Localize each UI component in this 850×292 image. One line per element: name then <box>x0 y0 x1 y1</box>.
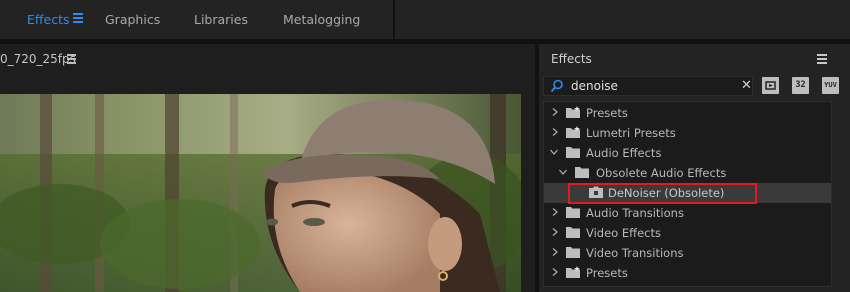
tree-item-video-effects[interactable]: Video Effects <box>544 223 831 243</box>
chevron-right-icon[interactable] <box>551 268 559 276</box>
monitor-title: 0_720_25fps <box>0 52 76 66</box>
folder-icon <box>566 147 580 158</box>
tree-item-label: Obsolete Audio Effects <box>596 166 727 180</box>
accelerated-effects-glyph <box>765 81 776 90</box>
tab-separator <box>393 0 395 40</box>
tree-item-obsolete-audio-effects[interactable]: Obsolete Audio Effects <box>544 163 831 183</box>
32bit-effects-icon[interactable]: 32 <box>792 77 809 94</box>
tree-item-video-transitions[interactable]: Video Transitions <box>544 243 831 263</box>
chevron-down-icon[interactable] <box>559 168 567 176</box>
effects-panel-menu-icon[interactable] <box>817 54 827 64</box>
tree-item-audio-transitions[interactable]: Audio Transitions <box>544 203 831 223</box>
workspace-bar: Effects Graphics Libraries Metalogging <box>0 0 850 40</box>
yuv-effects-icon[interactable]: YUV <box>822 77 839 94</box>
tree-item-label: Audio Effects <box>586 146 662 160</box>
clear-search-icon[interactable]: ✕ <box>741 79 752 92</box>
tree-item-presets[interactable]: Presets <box>544 103 831 123</box>
folder-icon <box>575 167 589 178</box>
tree-item-denoiser[interactable]: DeNoiser (Obsolete) <box>544 183 831 204</box>
chevron-right-icon[interactable] <box>551 228 559 236</box>
tree-item-label: Presets <box>586 106 628 120</box>
chevron-right-icon[interactable] <box>551 208 559 216</box>
tree-item-label: Video Effects <box>586 226 661 240</box>
tree-item-presets-2[interactable]: Presets <box>544 263 831 283</box>
tab-graphics[interactable]: Graphics <box>105 12 160 27</box>
chevron-right-icon[interactable] <box>551 108 559 116</box>
folder-icon <box>566 227 580 238</box>
effects-tree: Presets Lumetri Presets Audio Effects Ob… <box>543 101 832 287</box>
effects-panel-title: Effects <box>551 52 592 66</box>
tab-metalogging[interactable]: Metalogging <box>283 12 360 27</box>
effects-search-box[interactable]: denoise ✕ <box>543 76 753 96</box>
tree-item-audio-effects[interactable]: Audio Effects <box>544 143 831 163</box>
program-monitor: 0_720_25fps <box>0 44 535 292</box>
accelerated-effects-icon[interactable] <box>762 77 779 94</box>
chevron-right-icon[interactable] <box>551 248 559 256</box>
tab-menu-icon[interactable] <box>73 13 83 25</box>
chevron-down-icon[interactable] <box>550 148 558 156</box>
tree-item-lumetri-presets[interactable]: Lumetri Presets <box>544 123 831 143</box>
tree-item-label: Video Transitions <box>586 246 684 260</box>
folder-icon <box>566 247 580 258</box>
effects-panel: Effects denoise ✕ 32 YUV Presets Lumetri… <box>539 44 850 292</box>
video-frame[interactable] <box>0 94 521 292</box>
preset-folder-icon <box>566 266 580 278</box>
tree-item-label: Presets <box>586 266 628 280</box>
search-icon <box>550 79 563 93</box>
chevron-right-icon[interactable] <box>551 128 559 136</box>
preset-folder-icon <box>566 106 580 118</box>
tab-effects[interactable]: Effects <box>27 12 70 27</box>
folder-icon <box>566 207 580 218</box>
monitor-menu-icon[interactable] <box>67 54 76 64</box>
tab-libraries[interactable]: Libraries <box>194 12 248 27</box>
preset-folder-icon <box>566 126 580 138</box>
tree-item-label: Lumetri Presets <box>586 126 676 140</box>
video-frame-image <box>0 94 521 292</box>
search-input[interactable]: denoise <box>571 79 618 93</box>
tree-item-label: Audio Transitions <box>586 206 684 220</box>
highlight-box <box>568 183 757 204</box>
